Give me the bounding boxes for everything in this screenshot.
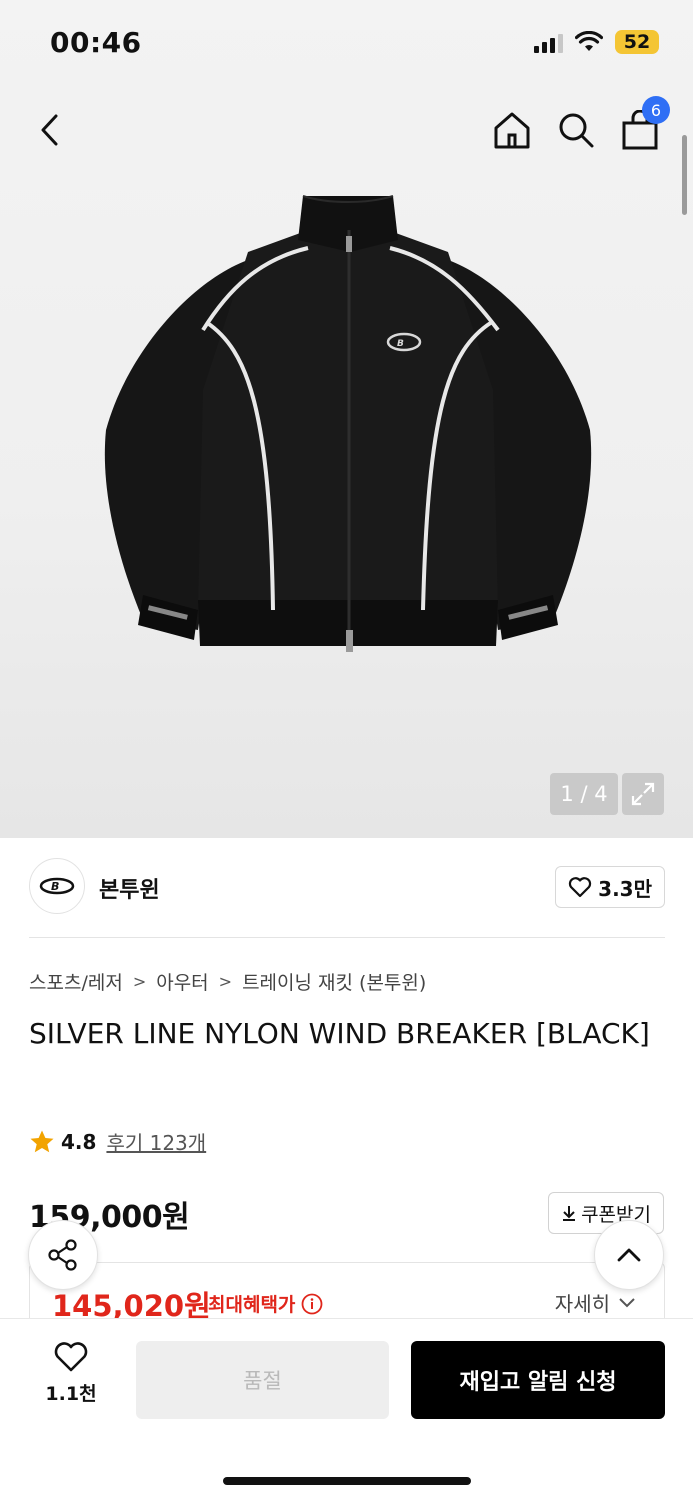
battery-indicator: 52 bbox=[615, 30, 659, 54]
detail-link[interactable]: 자세히 bbox=[555, 1288, 636, 1317]
signal-icon bbox=[534, 31, 563, 53]
product-gallery[interactable]: 00:46 52 6 B 1 / 4 bbox=[0, 0, 693, 838]
product-image[interactable]: B bbox=[98, 190, 598, 660]
brand-like-button[interactable]: 3.3만 bbox=[555, 866, 665, 908]
scroll-to-top-button[interactable] bbox=[594, 1220, 664, 1290]
fullscreen-button[interactable] bbox=[622, 773, 664, 815]
battery-level: 52 bbox=[623, 31, 651, 53]
review-link[interactable]: 후기 123개 bbox=[106, 1127, 206, 1156]
share-button[interactable] bbox=[28, 1220, 98, 1290]
divider bbox=[29, 937, 665, 938]
back-button[interactable] bbox=[26, 106, 74, 154]
rating-row: 4.8 후기 123개 bbox=[29, 1127, 206, 1156]
chevron-up-icon bbox=[617, 1248, 641, 1262]
chevron-right-icon: > bbox=[132, 972, 147, 991]
gallery-page-indicator: 1 / 4 bbox=[550, 773, 618, 815]
wifi-icon bbox=[575, 31, 603, 51]
product-title: SILVER LINE NYLON WIND BREAKER [BLACK] bbox=[29, 1017, 650, 1050]
chevron-down-icon bbox=[619, 1297, 635, 1307]
sold-out-button[interactable]: 품절 bbox=[136, 1341, 389, 1419]
star-icon bbox=[30, 1130, 54, 1152]
heart-icon bbox=[54, 1342, 88, 1372]
svg-text:B: B bbox=[51, 880, 59, 893]
cart-count-badge: 6 bbox=[642, 96, 670, 124]
brand-like-count: 3.3만 bbox=[598, 876, 652, 901]
wishlist-count: 1.1천 bbox=[45, 1383, 97, 1405]
brand-logo-icon: B bbox=[39, 877, 75, 895]
svg-text:B: B bbox=[397, 339, 404, 349]
heart-icon bbox=[569, 877, 592, 898]
breadcrumb: 스포츠/레저 > 아우터 > 트레이닝 재킷 (본투윈) bbox=[29, 968, 426, 995]
search-icon bbox=[559, 113, 594, 148]
max-benefit-label: 최대혜택가 bbox=[208, 1290, 323, 1317]
expand-icon bbox=[631, 782, 655, 806]
download-icon bbox=[563, 1206, 576, 1221]
status-icons: 52 bbox=[534, 30, 659, 54]
scrollbar[interactable] bbox=[682, 135, 687, 215]
home-button[interactable] bbox=[488, 106, 536, 154]
chevron-right-icon: > bbox=[218, 972, 233, 991]
status-time: 00:46 bbox=[50, 26, 142, 59]
restock-alert-button[interactable]: 재입고 알림 신청 bbox=[411, 1341, 665, 1419]
info-icon[interactable] bbox=[301, 1293, 323, 1315]
max-benefit-label-text: 최대혜택가 bbox=[208, 1294, 296, 1316]
breadcrumb-item[interactable]: 아우터 bbox=[156, 968, 208, 995]
brand-row[interactable]: B 본투윈 3.3만 bbox=[29, 858, 665, 918]
wishlist-button[interactable]: 1.1천 bbox=[36, 1341, 106, 1411]
breadcrumb-item[interactable]: 트레이닝 재킷 (본투윈) bbox=[242, 968, 426, 995]
breadcrumb-item[interactable]: 스포츠/레저 bbox=[29, 968, 123, 995]
home-icon bbox=[494, 112, 530, 149]
status-bar: 00:46 52 bbox=[0, 0, 693, 88]
share-icon bbox=[48, 1239, 77, 1271]
bottom-action-bar: 1.1천 품절 재입고 알림 신청 bbox=[0, 1318, 693, 1500]
brand-logo[interactable]: B bbox=[29, 858, 85, 914]
top-navigation: 6 bbox=[0, 96, 693, 160]
rating-score: 4.8 bbox=[61, 1129, 97, 1154]
chevron-left-icon bbox=[41, 114, 58, 146]
brand-name[interactable]: 본투윈 bbox=[99, 872, 160, 904]
home-indicator[interactable] bbox=[223, 1477, 471, 1485]
detail-label: 자세히 bbox=[554, 1292, 610, 1316]
search-button[interactable] bbox=[552, 106, 600, 154]
cart-button[interactable]: 6 bbox=[616, 96, 670, 154]
